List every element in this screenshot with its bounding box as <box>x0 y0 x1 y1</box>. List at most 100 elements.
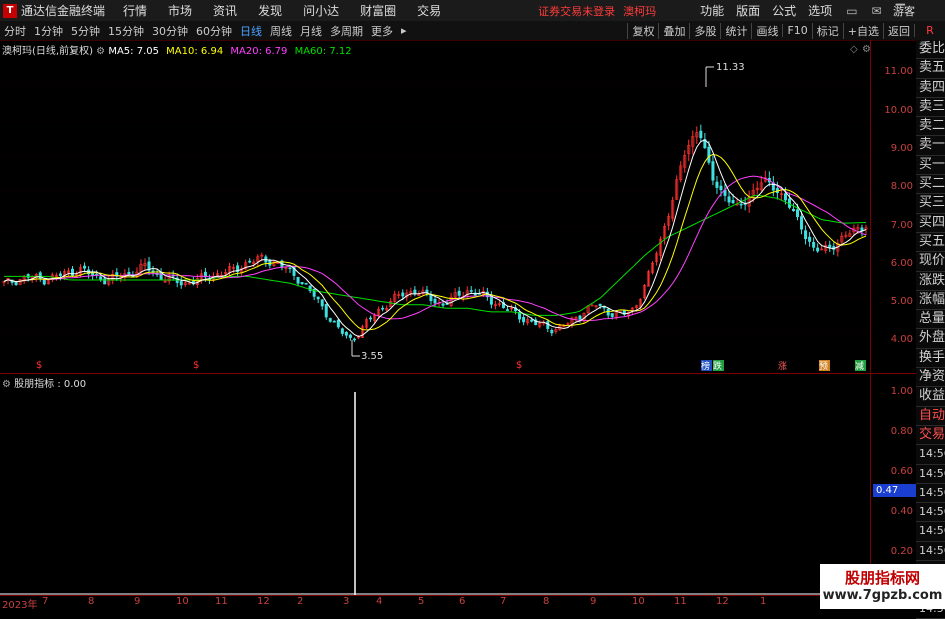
candle-body <box>103 278 107 285</box>
candle-body <box>828 244 832 248</box>
candle-body <box>296 277 300 284</box>
indicator-axis: 1.00 0.80 0.60 0.40 0.20 0.47 <box>870 374 918 595</box>
skin-icon[interactable]: ▭ <box>846 4 857 18</box>
side-panel-item[interactable]: 外盘 <box>916 329 945 349</box>
mail-icon[interactable]: ✉ <box>872 4 882 18</box>
kline-chart[interactable]: 11.33 3.55 $ $ $ 榜 跌 涨 预 减 ◇ ⚙ <box>0 40 870 373</box>
side-panel-item[interactable]: 净资 <box>916 368 945 388</box>
candle-body <box>401 292 405 297</box>
time-tick: 9 <box>134 596 141 607</box>
side-panel-item[interactable]: 自动 <box>916 407 945 426</box>
side-panel-item[interactable]: 买四 <box>916 214 945 233</box>
menu-banmian[interactable]: 版面 <box>736 2 760 19</box>
candle-body <box>783 193 787 201</box>
candle-body <box>731 200 735 204</box>
period-30min[interactable]: 30分钟 <box>148 23 192 39</box>
more-arrow-icon[interactable]: ▸ <box>397 24 411 37</box>
period-multi[interactable]: 多周期 <box>326 23 367 39</box>
main-legend: 澳柯玛(日线,前复权) ⚙ MA5: 7.05 MA10: 6.94 MA20:… <box>2 42 352 57</box>
period-weekly[interactable]: 周线 <box>266 23 296 39</box>
side-panel-item[interactable]: 卖二 <box>916 117 945 137</box>
period-1min[interactable]: 1分钟 <box>30 23 67 39</box>
side-panel-item[interactable]: 14:56 <box>916 465 945 484</box>
price-tick: 10.00 <box>884 105 913 116</box>
side-panel-item[interactable]: 买二 <box>916 175 945 195</box>
quote-side-panel[interactable]: 委比 卖五 卖四 卖三 卖二 卖一 买一 买二 买三 买四 买五 现价 涨跌 涨幅 总量 外盘 换手 净资 收益 自动… <box>916 40 945 619</box>
price-axis: 11.00 10.00 9.00 8.00 7.00 6.00 5.00 4.0… <box>870 40 917 373</box>
high-marker-label: 11.33 <box>716 62 745 73</box>
menu-zixun[interactable]: 资讯 <box>213 2 237 19</box>
period-15min[interactable]: 15分钟 <box>104 23 148 39</box>
btn-biaoji[interactable]: 标记 <box>811 22 843 39</box>
side-panel-item[interactable]: 买五 <box>916 233 945 253</box>
side-panel-item[interactable]: 交易 <box>916 426 945 446</box>
btn-r[interactable]: R <box>914 24 945 37</box>
period-fenshi[interactable]: 分时 <box>0 23 30 39</box>
side-panel-item[interactable]: 卖一 <box>916 136 945 156</box>
side-panel-item[interactable]: 14:56 <box>916 503 945 523</box>
btn-huaxian[interactable]: 画线 <box>751 22 782 39</box>
login-warning[interactable]: 证券交易未登录 <box>538 3 615 19</box>
candle-body <box>336 319 340 328</box>
side-panel-item[interactable]: 卖五 <box>916 59 945 79</box>
candle-body <box>381 307 385 310</box>
time-tick: 7 <box>42 596 49 607</box>
period-5min[interactable]: 5分钟 <box>67 23 104 39</box>
btn-diejia[interactable]: 叠加 <box>658 22 689 39</box>
candle-body <box>352 338 356 341</box>
menu-caifuquan[interactable]: 财富圈 <box>360 2 396 19</box>
time-tick: 1 <box>760 596 767 607</box>
ma10-value: MA10: 6.94 <box>166 46 224 57</box>
period-more[interactable]: 更多 <box>367 23 397 39</box>
side-panel-item[interactable]: 卖三 <box>916 98 945 118</box>
time-tick: 8 <box>543 596 550 607</box>
btn-duogu[interactable]: 多股 <box>689 22 720 39</box>
btn-zixuan[interactable]: +自选 <box>842 22 883 39</box>
candle-body <box>332 320 336 323</box>
candle-body <box>598 303 602 307</box>
period-monthly[interactable]: 月线 <box>296 23 326 39</box>
menu-xuanxiang[interactable]: 选项 <box>808 2 832 19</box>
period-daily[interactable]: 日线 <box>236 23 266 39</box>
indicator-legend: ⚙ 股朋指标 : 0.00 <box>2 375 86 390</box>
side-panel-item[interactable]: 委比 <box>916 40 945 60</box>
btn-tongji[interactable]: 统计 <box>720 22 751 39</box>
side-panel-item[interactable]: 总量 <box>916 310 945 330</box>
side-panel-item[interactable]: 卖四 <box>916 79 945 98</box>
btn-fanhui[interactable]: 返回 <box>883 22 914 39</box>
menu-wenxiaoda[interactable]: 问小达 <box>303 2 339 19</box>
side-panel-item[interactable]: 换手 <box>916 349 945 369</box>
side-panel-item[interactable]: 买三 <box>916 194 945 214</box>
menu-hangqing[interactable]: 行情 <box>123 2 147 19</box>
menu-shichang[interactable]: 市场 <box>168 2 192 19</box>
guest-label[interactable]: 游客 <box>893 3 915 19</box>
side-panel-item[interactable]: 涨幅 <box>916 291 945 311</box>
candle-body <box>816 247 820 252</box>
chart-diamond-icon[interactable]: ◇ <box>850 44 858 55</box>
side-panel-item[interactable]: 涨跌 <box>916 272 945 291</box>
candle-body <box>441 303 445 306</box>
ind-tick: 0.60 <box>890 466 913 477</box>
menu-faxian[interactable]: 发现 <box>258 2 282 19</box>
chart-gear-icon[interactable]: ⚙ <box>862 44 870 55</box>
btn-f10[interactable]: F10 <box>782 24 811 37</box>
candle-body <box>328 318 332 322</box>
side-panel-item[interactable]: 14:56 <box>916 522 945 542</box>
indicator-current-badge: 0.47 <box>873 484 918 497</box>
side-panel-item[interactable]: 收益 <box>916 387 945 407</box>
legend-gear-icon[interactable]: ⚙ <box>96 46 105 57</box>
menu-jiaoyi[interactable]: 交易 <box>417 2 441 19</box>
side-panel-item[interactable]: 现价 <box>916 252 945 272</box>
period-60min[interactable]: 60分钟 <box>192 23 236 39</box>
btn-fuquan[interactable]: 复权 <box>627 22 658 39</box>
price-tick: 9.00 <box>890 143 913 154</box>
indicator-gear-icon[interactable]: ⚙ <box>2 379 11 390</box>
candle-body <box>429 294 433 302</box>
side-panel-item[interactable]: 买一 <box>916 156 945 176</box>
side-panel-item[interactable]: 14:56 <box>916 445 945 465</box>
menu-gongneng[interactable]: 功能 <box>700 2 724 19</box>
side-panel-item[interactable]: 14:56 <box>916 542 945 562</box>
menu-gongshi[interactable]: 公式 <box>772 2 796 19</box>
indicator-chart[interactable] <box>0 374 870 595</box>
side-panel-item[interactable]: 14:56 <box>916 484 945 504</box>
